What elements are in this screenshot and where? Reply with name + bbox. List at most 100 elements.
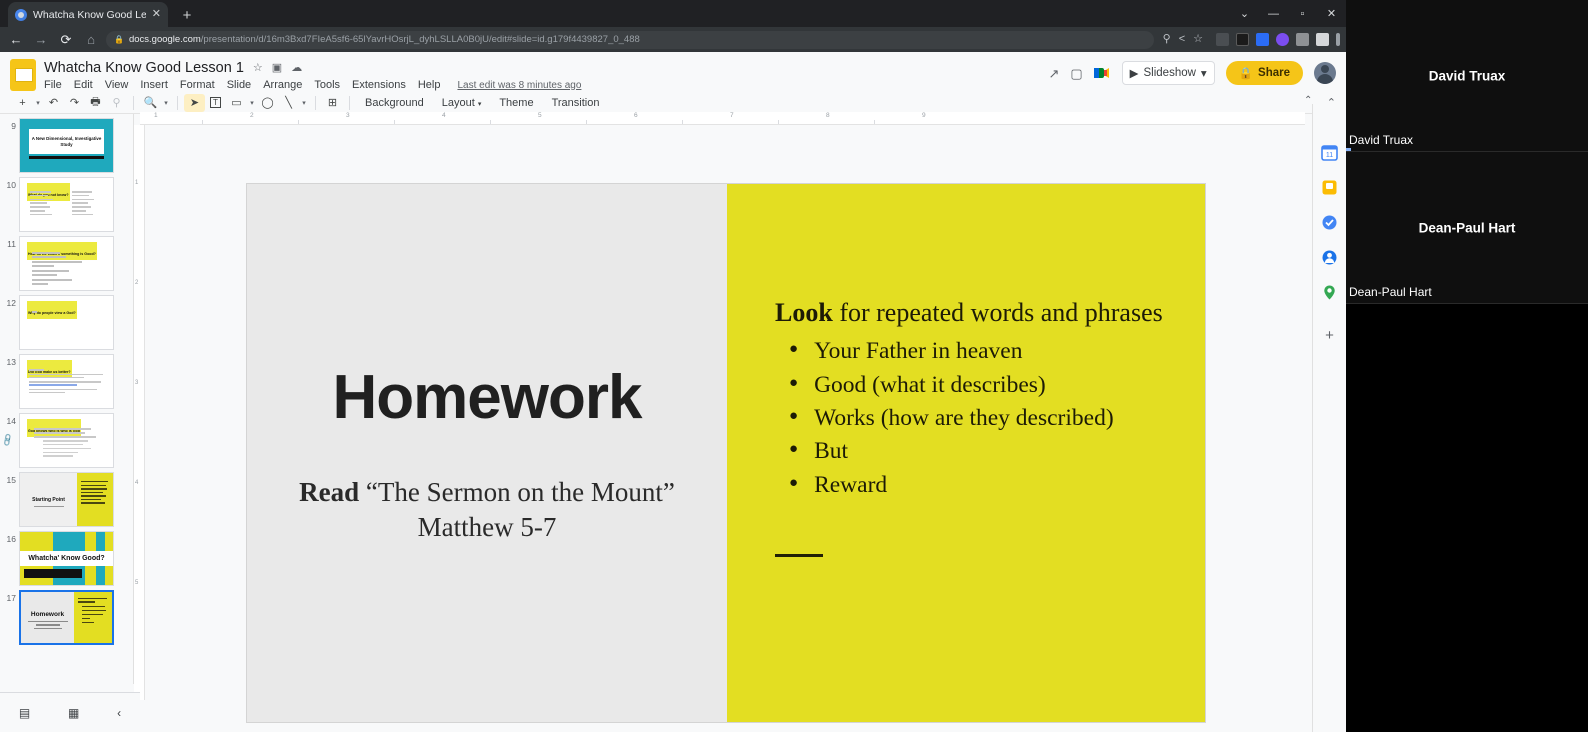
list-item[interactable]: 17 Homework <box>0 586 133 645</box>
reload-icon[interactable]: ⟳ <box>56 33 76 46</box>
avatar[interactable] <box>1314 62 1336 84</box>
comment-icon[interactable]: ▢ <box>1070 67 1082 80</box>
slideshow-button[interactable]: ▶ Slideshow ▾ <box>1121 61 1215 85</box>
zoom-icon[interactable]: 🔍 <box>140 94 161 112</box>
collapse-filmstrip-icon[interactable]: ‹ <box>117 706 121 720</box>
menu-file[interactable]: File <box>44 79 62 91</box>
slide-subtitle[interactable]: Read “The Sermon on the Mount” Matthew 5… <box>299 475 675 544</box>
puzzle-ext-icon[interactable] <box>1216 33 1229 46</box>
google-meet-icon[interactable] <box>1093 66 1111 80</box>
menu-view[interactable]: View <box>105 79 129 91</box>
list-item[interactable]: 9 A New Dimensional, Investigative Study <box>0 114 133 173</box>
keep-icon[interactable] <box>1321 179 1338 196</box>
activity-dashboard-icon[interactable]: ↗ <box>1048 67 1059 80</box>
contacts-icon[interactable] <box>1321 249 1338 266</box>
participant-tile[interactable]: Dean-Paul Hart Dean-Paul Hart <box>1346 152 1588 304</box>
browser-menu-icon[interactable] <box>1336 33 1340 46</box>
search-icon[interactable]: ⚲ <box>1163 34 1171 45</box>
slide-thumbnail[interactable]: What do you not know? <box>19 177 114 232</box>
layout-button[interactable]: Layout ▾ <box>433 97 491 109</box>
background-button[interactable]: Background <box>356 97 433 109</box>
line-icon[interactable]: ╲ <box>278 94 299 112</box>
home-icon[interactable]: ⌂ <box>81 33 101 46</box>
last-edit-label[interactable]: Last edit was 8 minutes ago <box>457 80 581 91</box>
bookmark-star-icon[interactable]: ☆ <box>1193 34 1203 45</box>
menu-edit[interactable]: Edit <box>74 79 93 91</box>
share-button[interactable]: 🔒 Share <box>1225 61 1303 85</box>
text-box-icon[interactable]: T <box>205 94 226 112</box>
list-item[interactable]: ● Works (how are they described) <box>775 402 1167 435</box>
slide-thumbnail[interactable]: God knows who is who is God <box>19 413 114 468</box>
menu-slide[interactable]: Slide <box>227 79 251 91</box>
collapse-icon[interactable]: ⌄ <box>1230 7 1259 20</box>
redo-icon[interactable]: ↷ <box>64 94 85 112</box>
move-to-folder-icon[interactable]: ▣ <box>272 61 282 74</box>
slide-thumbnail[interactable]: How do we know if something is Good? <box>19 236 114 291</box>
list-item[interactable]: 16 Whatcha' Know Good? <box>0 527 133 586</box>
menu-arrange[interactable]: Arrange <box>263 79 302 91</box>
purple-ext-icon[interactable] <box>1276 33 1289 46</box>
line-chevron-icon[interactable]: ▾ <box>299 99 309 107</box>
list-item[interactable]: 12 Why do people view a God? <box>0 291 133 350</box>
back-icon[interactable]: ← <box>6 33 26 46</box>
collapse-panel-icon[interactable]: ⌃ <box>1304 95 1312 106</box>
side-panel-icon[interactable] <box>1316 33 1329 46</box>
slide-thumbnail[interactable]: Why do people view a God? <box>19 295 114 350</box>
address-bar[interactable]: 🔒 docs.google.com/presentation/d/16m3Bxd… <box>106 30 1154 49</box>
undo-icon[interactable]: ↶ <box>43 94 64 112</box>
minimize-icon[interactable]: — <box>1259 8 1288 20</box>
transition-button[interactable]: Transition <box>543 97 609 109</box>
grid-view-icon[interactable]: ▦ <box>68 706 79 720</box>
star-icon[interactable]: ☆ <box>253 61 263 74</box>
forward-icon[interactable]: → <box>31 33 51 46</box>
insert-textbox-outline-icon[interactable]: ⊞ <box>322 94 343 112</box>
filmstrip-view-icon[interactable]: ▤ <box>19 706 30 720</box>
menu-format[interactable]: Format <box>180 79 215 91</box>
slide-thumbnail[interactable]: A New Dimensional, Investigative Study <box>19 118 114 173</box>
theme-button[interactable]: Theme <box>490 97 542 109</box>
zoom-chevron-icon[interactable]: ▾ <box>161 99 171 107</box>
list-item[interactable]: 15 Starting Point <box>0 468 133 527</box>
slide-thumbnail[interactable]: Starting Point <box>19 472 114 527</box>
new-slide-chevron-icon[interactable]: ▾ <box>33 99 43 107</box>
list-item[interactable]: 14 🔗 God knows who is who is God <box>0 409 133 468</box>
maximize-icon[interactable]: ▫ <box>1288 8 1317 20</box>
maps-icon[interactable] <box>1321 284 1338 301</box>
slide-thumbnail[interactable]: Whatcha' Know Good? <box>19 531 114 586</box>
shape-icon[interactable]: ◯ <box>257 94 278 112</box>
slide-filmstrip[interactable]: 9 A New Dimensional, Investigative Study… <box>0 114 134 684</box>
share-icon[interactable]: < <box>1179 34 1185 45</box>
close-icon[interactable]: ✕ <box>152 9 161 20</box>
image-chevron-icon[interactable]: ▾ <box>247 99 257 107</box>
new-slide-button[interactable]: + <box>12 94 33 112</box>
chevron-down-icon[interactable]: ▾ <box>1201 66 1207 80</box>
slide-thumbnail-active[interactable]: Homework <box>19 590 114 645</box>
paint-format-icon[interactable]: ⚲ <box>106 94 127 112</box>
browser-tab[interactable]: Whatcha Know Good Lesson 1 ✕ <box>8 2 168 27</box>
list-item[interactable]: ● Your Father in heaven <box>775 335 1167 368</box>
select-tool-icon[interactable]: ➤ <box>184 93 205 112</box>
slide-title[interactable]: Homework <box>333 362 643 433</box>
menu-extensions[interactable]: Extensions <box>352 79 406 91</box>
tasks-icon[interactable] <box>1321 214 1338 231</box>
new-tab-button[interactable]: + <box>178 8 196 23</box>
extensions-puzzle-icon[interactable] <box>1296 33 1309 46</box>
slide-right-panel[interactable]: Look for repeated words and phrases ● You… <box>727 184 1205 722</box>
insert-image-icon[interactable]: ▭ <box>226 94 247 112</box>
add-panel-icon[interactable]: + <box>1325 327 1334 344</box>
participant-tile[interactable]: David Truax David Truax <box>1346 0 1588 152</box>
blue-ext-icon[interactable] <box>1256 33 1269 46</box>
menu-insert[interactable]: Insert <box>140 79 168 91</box>
calendar-icon[interactable]: 11 <box>1321 144 1338 161</box>
menu-help[interactable]: Help <box>418 79 441 91</box>
list-item[interactable]: ● But <box>775 435 1167 468</box>
menu-tools[interactable]: Tools <box>314 79 340 91</box>
slide-editor-canvas[interactable]: Homework Read “The Sermon on the Mount” … <box>146 126 1306 731</box>
list-item[interactable]: 10 What do you not know? <box>0 173 133 232</box>
list-item[interactable]: ● Reward <box>775 469 1167 502</box>
slide-left-panel[interactable]: Homework Read “The Sermon on the Mount” … <box>247 184 727 722</box>
slide-right-heading[interactable]: Look for repeated words and phrases <box>775 296 1167 329</box>
document-title[interactable]: Whatcha Know Good Lesson 1 <box>44 60 244 76</box>
list-item[interactable]: 13 Did God make us better? <box>0 350 133 409</box>
dark-ext-icon[interactable] <box>1236 33 1249 46</box>
